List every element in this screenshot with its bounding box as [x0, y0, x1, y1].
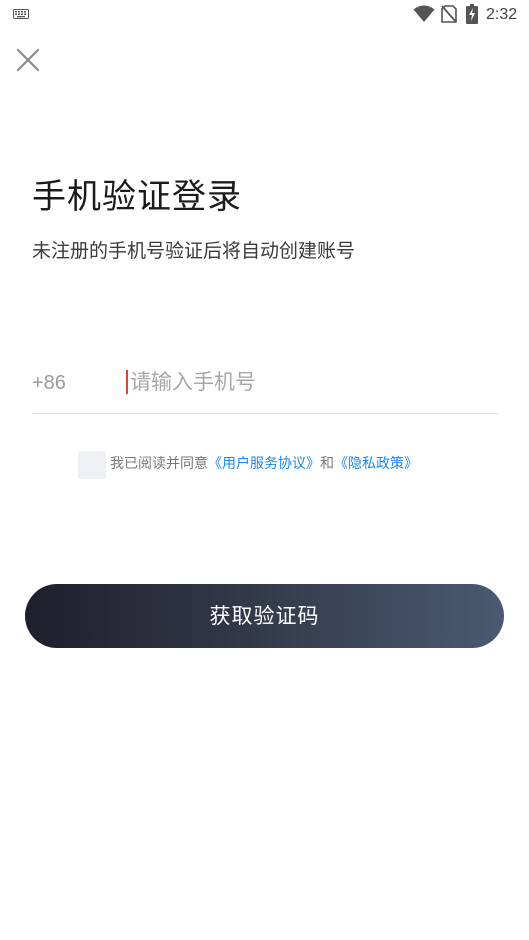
page-subtitle: 未注册的手机号验证后将自动创建账号	[32, 240, 356, 262]
input-underline	[32, 413, 498, 414]
status-bar: 2:32	[0, 0, 529, 30]
user-agreement-link[interactable]: 《用户服务协议》	[208, 456, 320, 472]
agreement-and: 和	[320, 456, 334, 472]
close-button[interactable]	[12, 44, 44, 76]
text-caret	[126, 370, 128, 394]
no-sim-icon	[441, 5, 457, 23]
status-clock: 2:32	[486, 6, 518, 23]
country-code[interactable]: +86	[32, 369, 66, 397]
agreement-checkbox[interactable]	[78, 451, 106, 479]
keyboard-icon	[13, 9, 29, 19]
get-code-button[interactable]: 获取验证码	[25, 584, 504, 648]
phone-input[interactable]	[126, 364, 490, 400]
agreement-prefix: 我已阅读并同意	[110, 456, 208, 472]
battery-charging-icon	[466, 4, 478, 24]
agreement-text: 我已阅读并同意《用户服务协议》和《隐私政策》	[110, 454, 418, 474]
close-icon	[16, 48, 40, 72]
get-code-button-label: 获取验证码	[209, 604, 320, 628]
privacy-policy-link[interactable]: 《隐私政策》	[334, 456, 418, 472]
wifi-icon	[413, 5, 435, 22]
page-title: 手机验证登录	[32, 177, 242, 217]
